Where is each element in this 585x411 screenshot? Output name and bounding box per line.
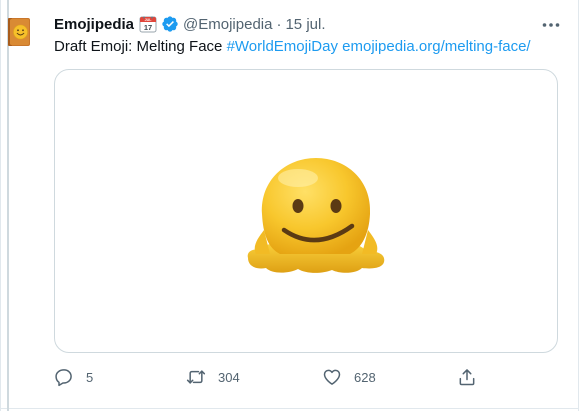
reply-button[interactable]: 5	[54, 366, 93, 388]
thread-connector-line	[7, 0, 9, 411]
tweet-actions-bar: 5 304 628	[54, 366, 494, 388]
tweet-date[interactable]: 15 jul.	[285, 16, 325, 33]
share-icon	[459, 369, 475, 386]
display-name[interactable]: Emojipedia	[54, 16, 134, 33]
like-button[interactable]: 628	[322, 366, 376, 388]
share-button[interactable]	[457, 366, 477, 388]
retweet-button[interactable]: 304	[186, 366, 240, 388]
reply-icon	[55, 369, 72, 387]
frame-border-left	[0, 0, 1, 411]
like-count: 628	[354, 369, 376, 385]
user-handle[interactable]: @Emojipedia	[183, 16, 272, 33]
frame-border-right	[578, 0, 579, 411]
url-link[interactable]: emojipedia.org/melting-face/	[342, 38, 530, 55]
separator-dot: ·	[276, 15, 282, 33]
calendar-month: JUL	[145, 18, 153, 22]
retweet-count: 304	[218, 369, 240, 385]
verified-badge-icon	[162, 16, 178, 32]
hashtag-link[interactable]: #WorldEmojiDay	[227, 38, 338, 55]
more-dots-icon	[542, 23, 560, 27]
reply-count: 5	[86, 369, 94, 385]
tweet-text: Draft Emoji: Melting Face #WorldEmojiDay…	[54, 38, 531, 55]
calendar-day: 17	[144, 23, 152, 32]
heart-icon	[323, 369, 341, 385]
melting-face-emoji-image	[247, 158, 385, 273]
calendar-icon: JUL 17	[139, 16, 157, 33]
more-options-button[interactable]	[540, 16, 562, 34]
frame-border-bottom	[0, 408, 579, 409]
tweet-text-prefix: Draft Emoji: Melting Face	[54, 38, 227, 55]
avatar[interactable]	[7, 17, 31, 47]
tweet-header: Emojipedia JUL 17 @Emojipedia · 15 jul.	[54, 14, 326, 34]
retweet-icon	[186, 370, 206, 384]
media-card[interactable]	[54, 69, 558, 353]
emojipedia-book-logo-icon	[8, 18, 30, 46]
